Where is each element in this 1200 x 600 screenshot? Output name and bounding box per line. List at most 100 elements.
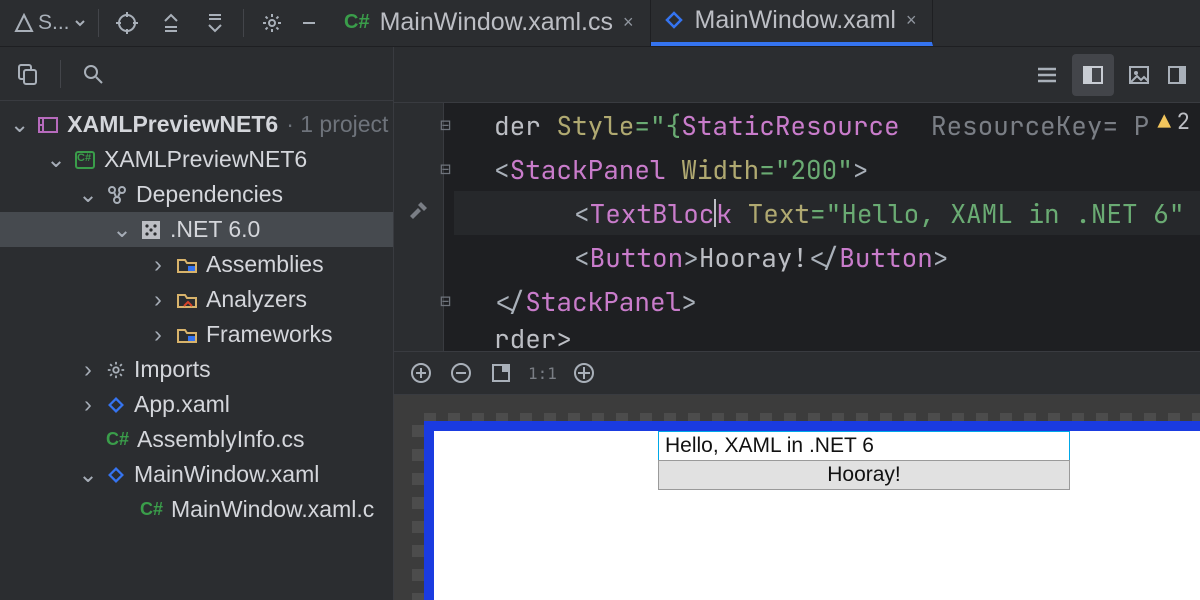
tree-project[interactable]: ⌄ C# XAMLPreviewNET6 (0, 142, 393, 177)
code-editor[interactable]: ▲ 2 ⊟ der Style="{StaticResource Resourc… (394, 103, 1200, 351)
gear-icon[interactable] (250, 1, 294, 45)
preview-stackpanel: Hello, XAML in .NET 6 Hooray! (658, 431, 1070, 490)
xaml-icon (663, 9, 685, 31)
tree-assemblyinfo[interactable]: C# AssemblyInfo.cs (0, 422, 393, 457)
tree-mainwindow-cs[interactable]: C# MainWindow.xaml.c (0, 492, 393, 527)
tree-label: AssemblyInfo.cs (137, 426, 304, 453)
fold-icon[interactable]: ⊟ (440, 290, 451, 313)
tree-annotation: · 1 project (286, 111, 388, 138)
tab-label: MainWindow.xaml (695, 6, 896, 35)
tree-label: Dependencies (136, 181, 283, 208)
xaml-icon (106, 395, 126, 415)
tree-label: Analyzers (206, 286, 307, 313)
zoom-out-icon[interactable] (444, 356, 478, 390)
tree-mainwindow-xaml[interactable]: ⌄ MainWindow.xaml (0, 457, 393, 492)
chevron-down-icon: ⌄ (46, 146, 66, 173)
tree-label: App.xaml (134, 391, 230, 418)
collapse-all-icon[interactable] (193, 1, 237, 45)
tree-app-xaml[interactable]: › App.xaml (0, 387, 393, 422)
tab-label: MainWindow.xaml.cs (380, 8, 613, 37)
tab-mainwindow-cs[interactable]: C# MainWindow.xaml.cs × (332, 0, 651, 46)
separator (243, 9, 244, 37)
solution-tree: ⌄ XAMLPreviewNET6 · 1 project ⌄ C# XAMLP… (0, 101, 393, 533)
warning-icon: ▲ (1158, 107, 1171, 136)
csharp-icon: C# (140, 499, 163, 520)
chevron-down-icon: ⌄ (112, 216, 132, 243)
tree-label: Assemblies (206, 251, 324, 278)
panel-right-icon[interactable] (1164, 54, 1190, 96)
expand-all-icon[interactable] (149, 1, 193, 45)
fold-icon[interactable]: ⊟ (440, 114, 451, 137)
preview-textblock: Hello, XAML in .NET 6 (658, 431, 1070, 461)
editor-tabs: C# MainWindow.xaml.cs × MainWindow.xaml … (324, 0, 1196, 46)
stacked-files-icon[interactable] (10, 52, 46, 96)
search-icon[interactable] (75, 52, 111, 96)
tree-frameworks[interactable]: › Frameworks (0, 317, 393, 352)
code-line-active: <TextBlock Text="Hello, XAML in .NET 6" (454, 191, 1200, 235)
tree-label: Frameworks (206, 321, 333, 348)
tree-label: .NET 6.0 (170, 216, 260, 243)
tree-dotnet[interactable]: ⌄ .NET 6.0 (0, 212, 393, 247)
separator (98, 9, 99, 37)
code-line: <Button>Hooray!</Button> (454, 235, 1200, 279)
chevron-right-icon: › (148, 251, 168, 278)
tree-label: XAMLPreviewNET6 (67, 111, 278, 138)
fold-icon[interactable]: ⊟ (440, 158, 451, 181)
folder-framework-icon (176, 324, 198, 346)
tree-label: XAMLPreviewNET6 (104, 146, 307, 173)
dependencies-icon (106, 184, 128, 206)
zoom-in-icon[interactable] (404, 356, 438, 390)
chevron-right-icon: › (78, 391, 98, 418)
solution-config-dropdown[interactable]: S... (4, 1, 92, 45)
zoom-ratio: 1:1 (524, 364, 561, 383)
sdk-icon (140, 219, 162, 241)
image-icon[interactable] (1118, 54, 1160, 96)
hide-icon[interactable] (294, 1, 324, 45)
target-icon[interactable] (105, 1, 149, 45)
csharp-icon: C# (344, 11, 370, 34)
view-split-icon[interactable] (1072, 54, 1114, 96)
chevron-right-icon: › (148, 321, 168, 348)
xaml-preview[interactable]: Hello, XAML in .NET 6 Hooray! (394, 395, 1200, 600)
build-icon (14, 13, 34, 33)
tree-label: MainWindow.xaml (134, 461, 319, 488)
tree-assemblies[interactable]: › Assemblies (0, 247, 393, 282)
preview-toolbar: 1:1 (394, 351, 1200, 395)
folder-analyzer-icon (176, 289, 198, 311)
inspection-warnings[interactable]: ▲ 2 (1158, 107, 1190, 136)
chevron-right-icon: › (148, 286, 168, 313)
tab-mainwindow-xaml[interactable]: MainWindow.xaml × (651, 0, 934, 46)
tree-analyzers[interactable]: › Analyzers (0, 282, 393, 317)
csharp-icon: C# (106, 429, 129, 450)
tree-label: MainWindow.xaml.c (171, 496, 374, 523)
solution-icon (37, 114, 59, 136)
chevron-down-icon: ⌄ (78, 181, 98, 208)
chevron-down-icon: ⌄ (10, 111, 29, 138)
tree-label: Imports (134, 356, 211, 383)
chevron-down-icon: ⌄ (78, 461, 98, 488)
tree-imports[interactable]: › Imports (0, 352, 393, 387)
tree-solution-root[interactable]: ⌄ XAMLPreviewNET6 · 1 project (0, 107, 393, 142)
preview-button[interactable]: Hooray! (658, 460, 1070, 490)
code-line: ⊟ der Style="{StaticResource ResourceKey… (454, 103, 1200, 147)
fit-screen-icon[interactable] (484, 356, 518, 390)
chevron-down-icon (74, 17, 86, 29)
folder-asm-icon (176, 254, 198, 276)
tree-dependencies[interactable]: ⌄ Dependencies (0, 177, 393, 212)
hammer-icon[interactable] (407, 199, 431, 223)
separator (60, 60, 61, 88)
view-lines-icon[interactable] (1026, 54, 1068, 96)
solution-config-label: S... (38, 11, 70, 35)
warning-count: 2 (1177, 107, 1190, 136)
code-line: rder> (454, 323, 1200, 351)
code-line: ⊟ <StackPanel Width="200"> (454, 147, 1200, 191)
close-icon[interactable]: × (623, 12, 634, 33)
zoom-reset-icon[interactable] (567, 356, 601, 390)
gear-icon (106, 360, 126, 380)
code-line: ⊟ </StackPanel> (454, 279, 1200, 323)
csproj-icon: C# (74, 149, 96, 171)
xaml-icon (106, 465, 126, 485)
preview-window: Hello, XAML in .NET 6 Hooray! (424, 421, 1200, 600)
chevron-right-icon: › (78, 356, 98, 383)
close-icon[interactable]: × (906, 10, 917, 31)
